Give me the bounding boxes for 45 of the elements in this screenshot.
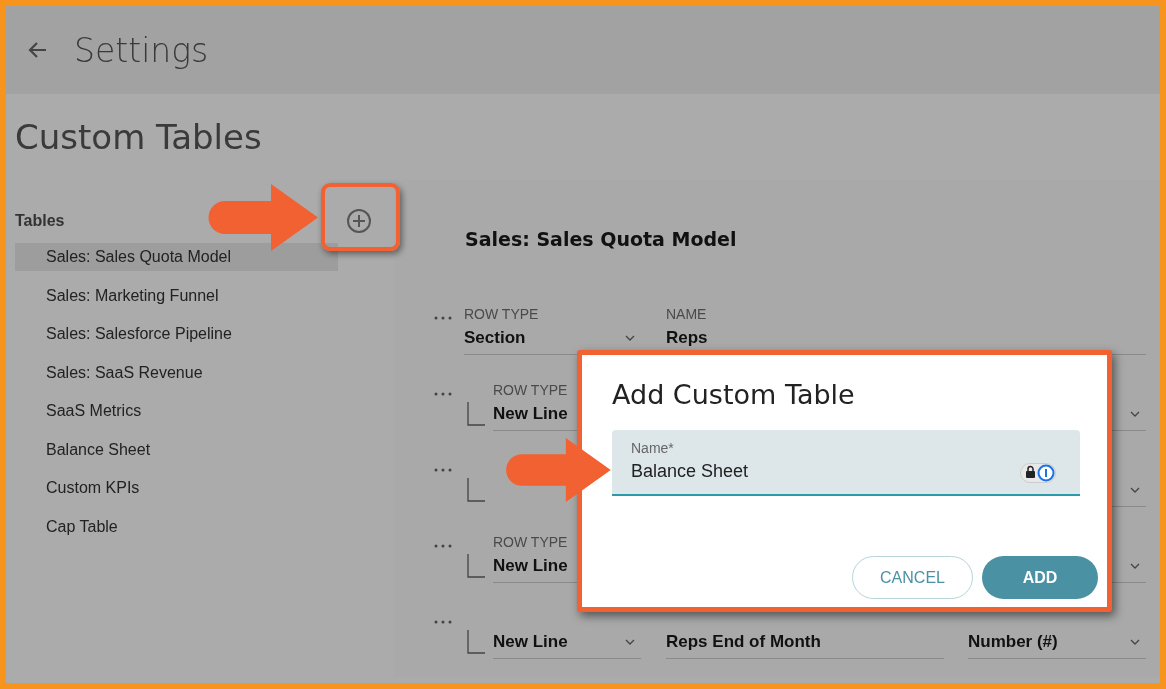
back-icon[interactable] <box>28 40 48 60</box>
field-label: NAME <box>666 306 707 322</box>
chevron-down-icon[interactable] <box>1130 639 1140 645</box>
more-icon[interactable] <box>434 620 452 624</box>
field-value: Number (#) <box>968 632 1058 652</box>
sidebar-heading: Tables <box>15 212 65 230</box>
chevron-down-icon[interactable] <box>625 335 635 341</box>
tree-connector <box>467 478 485 502</box>
chevron-down-icon[interactable] <box>1130 563 1140 569</box>
field-value: Reps End of Month <box>666 632 821 652</box>
add-icon[interactable] <box>346 208 372 234</box>
lock-badge-icon[interactable] <box>1020 463 1056 483</box>
sidebar-item[interactable]: Cap Table <box>15 512 338 541</box>
field-value: New Line <box>493 632 568 652</box>
field-value: Section <box>464 328 526 348</box>
field-label: ROW TYPE <box>493 382 568 398</box>
field-value: Reps <box>666 328 708 348</box>
add-button[interactable]: ADD <box>982 556 1098 599</box>
more-icon[interactable] <box>434 316 452 320</box>
sidebar-item[interactable]: Sales: SaaS Revenue <box>15 358 338 387</box>
page-title: Custom Tables <box>15 117 262 157</box>
field-value: New Line <box>493 556 568 576</box>
sidebar-item[interactable]: Custom KPIs <box>15 474 338 502</box>
sidebar-item[interactable]: SaaS Metrics <box>15 397 338 425</box>
tree-connector <box>467 402 485 426</box>
more-icon[interactable] <box>434 468 452 472</box>
field-value: New Line <box>493 404 568 424</box>
name-field[interactable]: Name* Balance Sheet <box>612 430 1080 496</box>
sidebar-item[interactable]: Balance Sheet <box>15 435 338 464</box>
field-label: ROW TYPE <box>464 306 539 322</box>
field-label: ROW TYPE <box>493 534 568 550</box>
tree-connector <box>467 554 485 578</box>
chevron-down-icon[interactable] <box>1130 487 1140 493</box>
chevron-down-icon[interactable] <box>625 639 635 645</box>
sidebar-item[interactable]: Sales: Salesforce Pipeline <box>15 320 338 348</box>
sidebar-item[interactable]: Sales: Sales Quota Model <box>15 243 338 271</box>
table-title: Sales: Sales Quota Model <box>465 228 738 252</box>
more-icon[interactable] <box>434 392 452 396</box>
page-header-title: Settings <box>74 30 209 70</box>
cancel-button[interactable]: CANCEL <box>852 556 973 599</box>
more-icon[interactable] <box>434 544 452 548</box>
tree-connector <box>467 630 485 654</box>
chevron-down-icon[interactable] <box>1130 411 1140 417</box>
dialog-title: Add Custom Table <box>612 378 856 412</box>
sidebar-item[interactable]: Sales: Marketing Funnel <box>15 281 338 310</box>
